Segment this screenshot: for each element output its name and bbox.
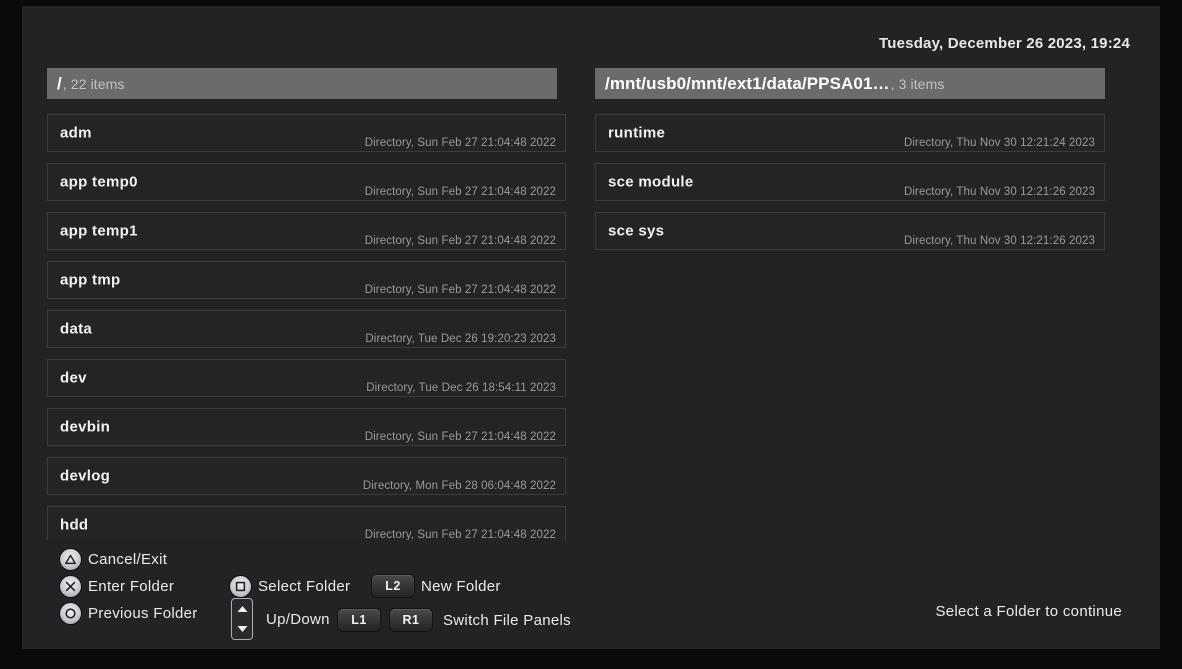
circle-button-icon	[60, 603, 81, 624]
table-row[interactable]: devlog Directory, Mon Feb 28 06:04:48 20…	[47, 457, 566, 495]
row-name: devlog	[60, 468, 110, 485]
l1-button-icon: L1	[338, 609, 380, 631]
panel-header-right[interactable]: /mnt/usb0/mnt/ext1/data/PPSA01… , 3 item…	[595, 68, 1105, 99]
row-meta: Directory, Sun Feb 27 21:04:48 2022	[365, 529, 556, 540]
row-name: sce sys	[608, 223, 664, 240]
table-row[interactable]: app tmp Directory, Sun Feb 27 21:04:48 2…	[47, 261, 566, 299]
row-meta: Directory, Thu Nov 30 12:21:26 2023	[904, 235, 1095, 247]
legend-label: Cancel/Exit	[88, 551, 167, 568]
row-meta: Directory, Mon Feb 28 06:04:48 2022	[363, 480, 556, 492]
cross-button-icon	[60, 576, 81, 597]
legend-switch-panels[interactable]: L1 R1 Switch File Panels	[338, 609, 571, 631]
controls-legend: Cancel/Exit Enter Folder Previous F	[60, 549, 680, 627]
row-meta: Directory, Sun Feb 27 21:04:48 2022	[365, 186, 556, 198]
legend-label: Previous Folder	[88, 605, 198, 622]
row-name: app temp1	[60, 223, 138, 240]
table-row[interactable]: app temp0 Directory, Sun Feb 27 21:04:48…	[47, 163, 566, 201]
row-name: devbin	[60, 419, 110, 436]
row-name: sce module	[608, 174, 694, 191]
legend-label: Enter Folder	[88, 578, 174, 595]
legend-select-folder[interactable]: Select Folder	[230, 576, 350, 597]
table-row[interactable]: data Directory, Tue Dec 26 19:20:23 2023	[47, 310, 566, 348]
l2-button-icon: L2	[372, 575, 414, 597]
row-name: dev	[60, 370, 87, 387]
legend-enter-folder[interactable]: Enter Folder	[60, 576, 174, 597]
row-meta: Directory, Sun Feb 27 21:04:48 2022	[365, 284, 556, 296]
panel-header-left[interactable]: / , 22 items	[47, 68, 557, 99]
legend-cancel-exit[interactable]: Cancel/Exit	[60, 549, 167, 570]
clock: Tuesday, December 26 2023, 19:24	[879, 35, 1130, 52]
legend-previous-folder[interactable]: Previous Folder	[60, 603, 198, 624]
panel-path-right: /mnt/usb0/mnt/ext1/data/PPSA01…	[605, 74, 890, 94]
file-panel-right: /mnt/usb0/mnt/ext1/data/PPSA01… , 3 item…	[595, 68, 1105, 540]
table-row[interactable]: sce module Directory, Thu Nov 30 12:21:2…	[595, 163, 1105, 201]
legend-label: Up/Down	[266, 611, 330, 628]
table-row[interactable]: dev Directory, Tue Dec 26 18:54:11 2023	[47, 359, 566, 397]
table-row[interactable]: sce sys Directory, Thu Nov 30 12:21:26 2…	[595, 212, 1105, 250]
triangle-button-icon	[60, 549, 81, 570]
square-button-icon	[230, 576, 251, 597]
table-row[interactable]: adm Directory, Sun Feb 27 21:04:48 2022	[47, 114, 566, 152]
row-name: app temp0	[60, 174, 138, 191]
legend-label: Select Folder	[258, 578, 350, 595]
legend-label: Switch File Panels	[443, 612, 571, 629]
row-meta: Directory, Sun Feb 27 21:04:48 2022	[365, 431, 556, 443]
panel-count-right: , 3 items	[891, 76, 945, 92]
row-name: runtime	[608, 125, 665, 142]
row-meta: Directory, Tue Dec 26 19:20:23 2023	[365, 333, 556, 345]
panel-count-left: , 22 items	[63, 76, 125, 92]
status-message: Select a Folder to continue	[935, 603, 1122, 620]
file-panel-left: / , 22 items adm Directory, Sun Feb 27 2…	[47, 68, 580, 540]
table-row[interactable]: devbin Directory, Sun Feb 27 21:04:48 20…	[47, 408, 566, 446]
legend-label: New Folder	[421, 578, 501, 595]
row-meta: Directory, Sun Feb 27 21:04:48 2022	[365, 235, 556, 247]
table-row[interactable]: hdd Directory, Sun Feb 27 21:04:48 2022	[47, 506, 566, 540]
row-name: app tmp	[60, 272, 120, 289]
r1-button-icon: R1	[390, 609, 432, 631]
dpad-up-down-icon	[232, 599, 252, 639]
legend-up-down[interactable]: Up/Down	[232, 599, 330, 639]
row-meta: Directory, Sun Feb 27 21:04:48 2022	[365, 137, 556, 149]
table-row[interactable]: runtime Directory, Thu Nov 30 12:21:24 2…	[595, 114, 1105, 152]
panel-path-left: /	[57, 74, 62, 94]
file-list-left[interactable]: adm Directory, Sun Feb 27 21:04:48 2022 …	[47, 114, 580, 540]
table-row[interactable]: app temp1 Directory, Sun Feb 27 21:04:48…	[47, 212, 566, 250]
inner-panel: Tuesday, December 26 2023, 19:24 / , 22 …	[22, 6, 1160, 649]
row-meta: Directory, Thu Nov 30 12:21:26 2023	[904, 186, 1095, 198]
file-list-right[interactable]: runtime Directory, Thu Nov 30 12:21:24 2…	[595, 114, 1105, 540]
row-meta: Directory, Thu Nov 30 12:21:24 2023	[904, 137, 1095, 149]
app-window: Tuesday, December 26 2023, 19:24 / , 22 …	[0, 0, 1182, 669]
row-name: hdd	[60, 517, 88, 534]
row-meta: Directory, Tue Dec 26 18:54:11 2023	[366, 382, 556, 394]
row-name: adm	[60, 125, 92, 142]
row-name: data	[60, 321, 92, 338]
legend-new-folder[interactable]: L2 New Folder	[372, 575, 501, 597]
